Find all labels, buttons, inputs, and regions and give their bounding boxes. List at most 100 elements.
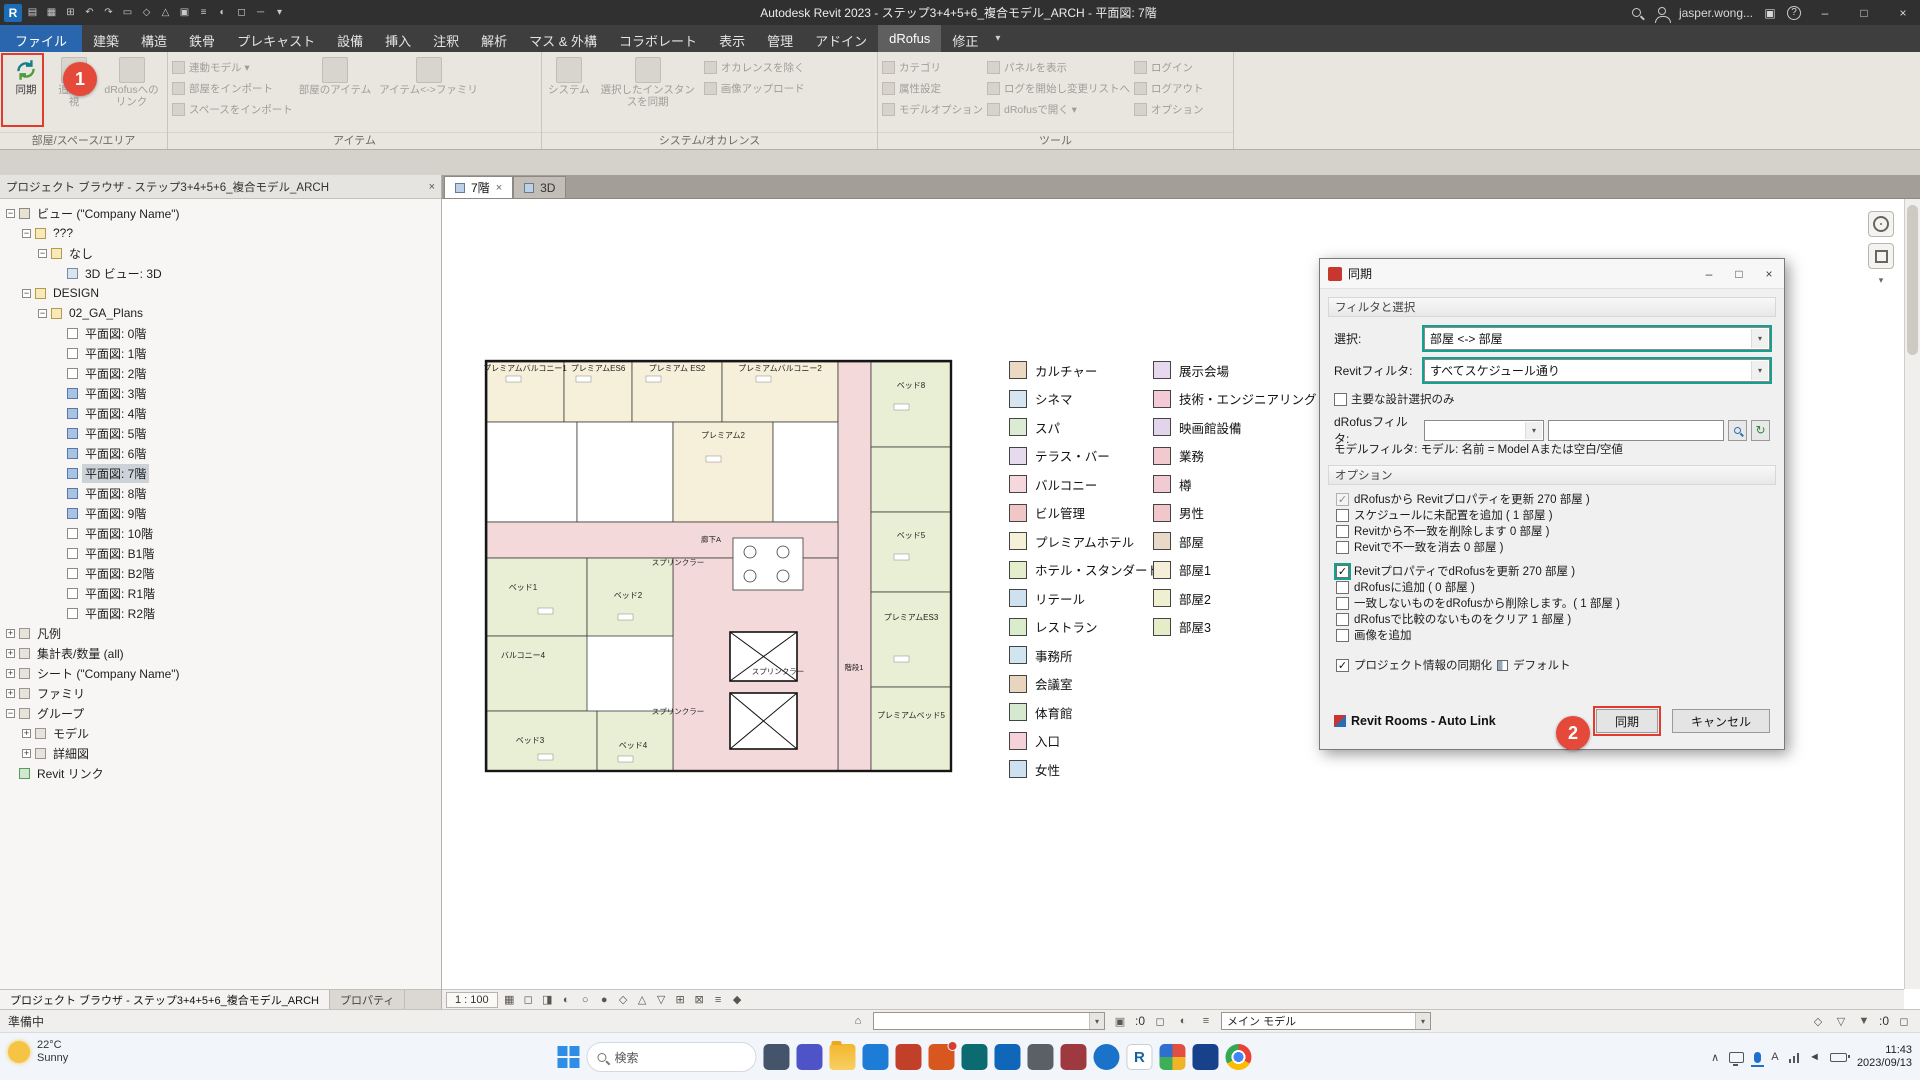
ribbon-button-ログアウト[interactable]: ログアウト [1134, 81, 1204, 96]
project-sync-suffix[interactable]: デフォルト [1513, 657, 1571, 673]
sync-option-checkbox[interactable] [1336, 525, 1349, 538]
project-browser-close-icon[interactable]: × [429, 181, 435, 193]
expander-icon[interactable]: − [22, 289, 31, 298]
taskbar-search[interactable]: 検索 [586, 1042, 756, 1072]
expander-icon[interactable]: − [38, 309, 47, 318]
worksharing-display-icon[interactable]: ◆ [729, 992, 746, 1008]
tree-item[interactable]: 3D ビュー: 3D [0, 263, 441, 283]
undo-icon[interactable]: ↶ [81, 4, 98, 21]
ribbon-button-dRofusへのリンク[interactable]: dRofusへのリンク [100, 55, 163, 108]
expander-icon[interactable]: − [6, 209, 15, 218]
tree-item[interactable]: 平面図: 2階 [0, 363, 441, 383]
expander-icon[interactable]: − [38, 249, 47, 258]
sync-option-checkbox[interactable] [1336, 629, 1349, 642]
navbar-dropdown-icon[interactable]: ▾ [1879, 275, 1884, 286]
visual-style-icon[interactable]: ◐ [558, 992, 575, 1008]
scrollbar-thumb[interactable] [1907, 205, 1918, 355]
tree-item[interactable]: 平面図: B1階 [0, 543, 441, 563]
tree-item[interactable]: 平面図: R1階 [0, 583, 441, 603]
ribbon-button-連動モデル[interactable]: 連動モデル ▾ [172, 60, 293, 75]
tree-item[interactable]: −??? [0, 223, 441, 243]
ribbon-tab-注釈[interactable]: 注釈 [422, 25, 470, 52]
tree-item[interactable]: 平面図: 4階 [0, 403, 441, 423]
tree-item[interactable]: +詳細図 [0, 743, 441, 763]
ribbon-tab-ファイル[interactable]: ファイル [0, 25, 82, 52]
ribbon-button-部屋のアイテム[interactable]: 部屋のアイテム [297, 55, 373, 97]
expander-icon[interactable]: + [22, 729, 31, 738]
tab-properties[interactable]: プロパティ [330, 990, 405, 1009]
aligned-dimension-icon[interactable]: △ [157, 4, 174, 21]
view-tab-3d[interactable]: 3D [513, 176, 566, 198]
expander-icon[interactable]: − [6, 709, 15, 718]
app-window-icon[interactable] [763, 1044, 789, 1070]
tree-item[interactable]: +モデル [0, 723, 441, 743]
sync-option-checkbox[interactable]: ✓ [1336, 493, 1349, 506]
default-3d-view-icon[interactable]: ◐ [214, 4, 231, 21]
dialog-close-button[interactable]: × [1754, 259, 1784, 288]
show-crop-icon[interactable]: ▦ [501, 992, 518, 1008]
user-icon[interactable] [1654, 5, 1670, 21]
tree-item[interactable]: 平面図: 9階 [0, 503, 441, 523]
ribbon-button-dRofusで開く[interactable]: dRofusで開く ▾ [987, 102, 1130, 117]
dialog-minimize-button[interactable]: – [1694, 259, 1724, 288]
file-explorer-icon[interactable] [829, 1044, 855, 1070]
expander-icon[interactable]: + [6, 689, 15, 698]
project-browser-header[interactable]: プロジェクト ブラウザ - ステップ3+4+5+6_複合モデル_ARCH × [0, 175, 441, 199]
tree-item[interactable]: 平面図: 5階 [0, 423, 441, 443]
tree-item[interactable]: −なし [0, 243, 441, 263]
tree-item[interactable]: +シート ("Company Name") [0, 663, 441, 683]
tree-item[interactable]: −ビュー ("Company Name") [0, 203, 441, 223]
ribbon-tab-鉄骨[interactable]: 鉄骨 [178, 25, 226, 52]
press-drag-icon[interactable]: ▽ [1833, 1014, 1849, 1029]
tree-item[interactable]: −DESIGN [0, 283, 441, 303]
design-option-combo[interactable]: ▾ [873, 1012, 1105, 1030]
print-icon[interactable]: ▭ [119, 4, 136, 21]
detail-level-icon[interactable]: ◨ [539, 992, 556, 1008]
scale-button[interactable]: 1 : 100 [446, 992, 498, 1008]
expander-icon[interactable]: + [6, 669, 15, 678]
tree-item[interactable]: 平面図: 6階 [0, 443, 441, 463]
dialog-maximize-button[interactable]: □ [1724, 259, 1754, 288]
tree-item[interactable]: +集計表/数量 (all) [0, 643, 441, 663]
home-icon[interactable]: ⌂ [850, 1014, 866, 1029]
ribbon-tab-設備[interactable]: 設備 [326, 25, 374, 52]
app-mail-icon[interactable] [862, 1044, 888, 1070]
maximize-button[interactable]: □ [1849, 0, 1879, 25]
tree-item[interactable]: +凡例 [0, 623, 441, 643]
temporary-view-properties-icon[interactable]: ⊠ [691, 992, 708, 1008]
rendered-view-icon[interactable]: ◇ [615, 992, 632, 1008]
tree-item[interactable]: 平面図: 10階 [0, 523, 441, 543]
ribbon-button-モデルオプション[interactable]: モデルオプション [882, 102, 983, 117]
ribbon-tab-修正[interactable]: 修正 [941, 25, 989, 52]
ribbon-button-部屋をインポート[interactable]: 部屋をインポート [172, 81, 293, 96]
drofus-search-button[interactable] [1728, 420, 1747, 441]
expander-icon[interactable]: − [22, 229, 31, 238]
tree-item[interactable]: 平面図: 0階 [0, 323, 441, 343]
app-alert-icon[interactable] [928, 1044, 954, 1070]
ribbon-button-ログイン[interactable]: ログイン [1134, 60, 1204, 75]
tag-by-category-icon[interactable]: ▣ [176, 4, 193, 21]
measure-icon[interactable]: ◇ [138, 4, 155, 21]
app-powerpoint-icon[interactable] [895, 1044, 921, 1070]
tree-item[interactable]: 平面図: 3階 [0, 383, 441, 403]
revit-filter-combo[interactable]: すべてスケジュール通り▾ [1424, 359, 1770, 382]
app-revit-icon[interactable]: R [1126, 1044, 1152, 1070]
ribbon-tab-dRofus[interactable]: dRofus [878, 25, 941, 52]
volume-icon[interactable]: ◄ [1809, 1051, 1820, 1063]
ribbon-button-ログを開始し変更リストへ[interactable]: ログを開始し変更リストへ [987, 81, 1130, 96]
floor-plan[interactable]: プレミアムバルコニー1プレミアムES6プレミアム ES2プレミアムバルコニー2プ… [478, 356, 958, 776]
tree-item[interactable]: Revit リンク [0, 763, 441, 783]
sun-path-icon[interactable]: ○ [577, 992, 594, 1008]
ribbon-button-カテゴリ[interactable]: カテゴリ [882, 60, 983, 75]
analytical-model-icon[interactable]: ≡ [710, 992, 727, 1008]
app-maroon-icon[interactable] [1060, 1044, 1086, 1070]
ribbon-tab-解析[interactable]: 解析 [470, 25, 518, 52]
expander-icon[interactable]: + [6, 629, 15, 638]
ribbon-button-パネルを表示[interactable]: パネルを表示 [987, 60, 1130, 75]
reveal-hidden-elements-icon[interactable]: ⊞ [672, 992, 689, 1008]
drofus-filter-combo[interactable]: ▾ [1424, 420, 1544, 441]
ribbon-tab-マス & 外構[interactable]: マス & 外構 [518, 25, 608, 52]
battery-icon[interactable] [1830, 1053, 1847, 1062]
selection-combo[interactable]: 部屋 <-> 部屋▾ [1424, 327, 1770, 350]
search-icon[interactable] [1629, 5, 1645, 21]
